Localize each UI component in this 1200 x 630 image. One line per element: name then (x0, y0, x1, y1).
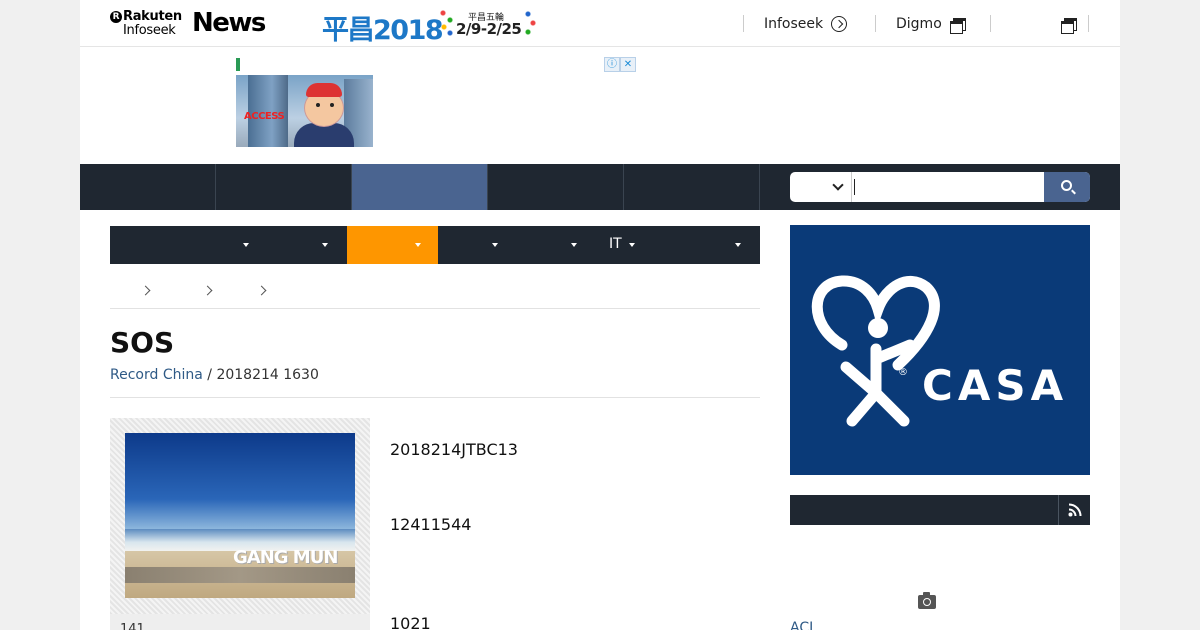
top-header: R Rakuten Infoseek News 平昌2018 平昌五輪 2/9-2… (80, 0, 1120, 47)
breadcrumb (110, 274, 760, 309)
category-tab[interactable] (517, 226, 596, 264)
circle-arrow-icon (831, 16, 848, 32)
meta-separator: / (202, 367, 217, 383)
ad-choices[interactable]: ⓘ ✕ (604, 57, 636, 72)
header-divider (875, 15, 876, 32)
search-input[interactable] (854, 179, 855, 195)
rakuten-infoseek-news-logo[interactable]: R Rakuten Infoseek News (110, 8, 266, 40)
dropdown-triangle-icon (243, 243, 249, 247)
digmo-link-label: Digmo (896, 16, 942, 32)
dropdown-triangle-icon (629, 243, 635, 247)
nav-tab[interactable] (488, 164, 624, 210)
dropdown-triangle-icon (322, 243, 328, 247)
article-date: 2018214 1630 (216, 367, 319, 383)
article-source-link[interactable]: Record China (110, 367, 203, 383)
ad-close-icon[interactable]: ✕ (620, 57, 636, 72)
promo-dots-icon (524, 10, 536, 36)
divider (110, 397, 760, 398)
rss-icon[interactable] (1068, 503, 1082, 517)
search-button[interactable] (1044, 172, 1090, 202)
header-divider (743, 15, 744, 32)
dropdown-triangle-icon (415, 243, 421, 247)
search-form (790, 172, 1090, 202)
logo-news: News (192, 8, 266, 38)
page: R Rakuten Infoseek News 平昌2018 平昌五輪 2/9-2… (80, 0, 1120, 630)
ad-marker (236, 58, 240, 71)
registered-mark: ® (898, 367, 908, 378)
advertisement-image[interactable]: ACCESS (236, 75, 373, 147)
category-tab[interactable] (438, 226, 517, 264)
article-title: SOS (110, 326, 175, 359)
digmo-link[interactable]: Digmo (896, 13, 966, 35)
chevron-right-icon (202, 285, 213, 296)
article-paragraph: 12411544 (390, 515, 472, 534)
category-tab[interactable] (110, 226, 268, 264)
article-photo[interactable]: GANG MUN (125, 433, 355, 598)
ad-info-icon[interactable]: ⓘ (604, 57, 620, 72)
ad-text: ACCESS (244, 111, 285, 122)
photo-caption: 141 (110, 614, 370, 630)
article-meta: Record China / 2018214 1630 (110, 367, 319, 383)
header-divider (1088, 15, 1089, 32)
search-scope-select[interactable] (790, 172, 852, 202)
category-tab-it[interactable]: IT (596, 226, 656, 264)
casa-logo-text: CASA (922, 361, 1069, 410)
sidebar-section-header (790, 495, 1090, 525)
nav-tab[interactable] (216, 164, 352, 210)
category-tab-active[interactable] (347, 226, 438, 264)
category-navigation: IT (110, 226, 760, 264)
sidebar-article-link[interactable]: ACL (790, 620, 817, 630)
nav-tab[interactable] (80, 164, 216, 210)
promo-title: 平昌2018 (322, 15, 444, 46)
window-icon (1061, 17, 1077, 34)
casa-banner-ad[interactable]: ® CASA (790, 225, 1090, 475)
main-navigation (80, 164, 1120, 210)
category-tab[interactable] (656, 226, 760, 264)
photo-sign-text: GANG MUN (233, 547, 338, 568)
logo-rakuten: R Rakuten (110, 9, 182, 24)
dropdown-triangle-icon (571, 243, 577, 247)
infoseek-link[interactable]: Infoseek (764, 13, 848, 35)
infoseek-link-label: Infoseek (764, 16, 824, 32)
chevron-right-icon (140, 285, 151, 296)
external-link[interactable] (1053, 13, 1077, 35)
olympics-promo-banner[interactable]: 平昌2018 平昌五輪 2/9-2/25 (322, 8, 538, 46)
chevron-down-icon (832, 179, 844, 191)
promo-dates: 2/9-2/25 (456, 20, 522, 38)
search-icon (1061, 180, 1072, 191)
nav-tab[interactable] (624, 164, 760, 210)
window-icon (949, 17, 966, 34)
divider (1058, 495, 1059, 525)
header-divider (990, 15, 991, 32)
camera-icon (918, 592, 936, 609)
article-paragraph: 1021 (390, 614, 431, 630)
chevron-right-icon (256, 285, 267, 296)
category-tab[interactable] (268, 226, 347, 264)
dropdown-triangle-icon (492, 243, 498, 247)
article-paragraph: 2018214JTBC13 (390, 440, 518, 459)
dropdown-triangle-icon (735, 243, 741, 247)
casa-heart-figure-icon (811, 275, 940, 427)
nav-tab-active[interactable] (352, 164, 488, 210)
article-photo-frame: GANG MUN (110, 418, 370, 614)
logo-infoseek: Infoseek (123, 23, 176, 38)
promo-dots-icon (440, 10, 454, 36)
